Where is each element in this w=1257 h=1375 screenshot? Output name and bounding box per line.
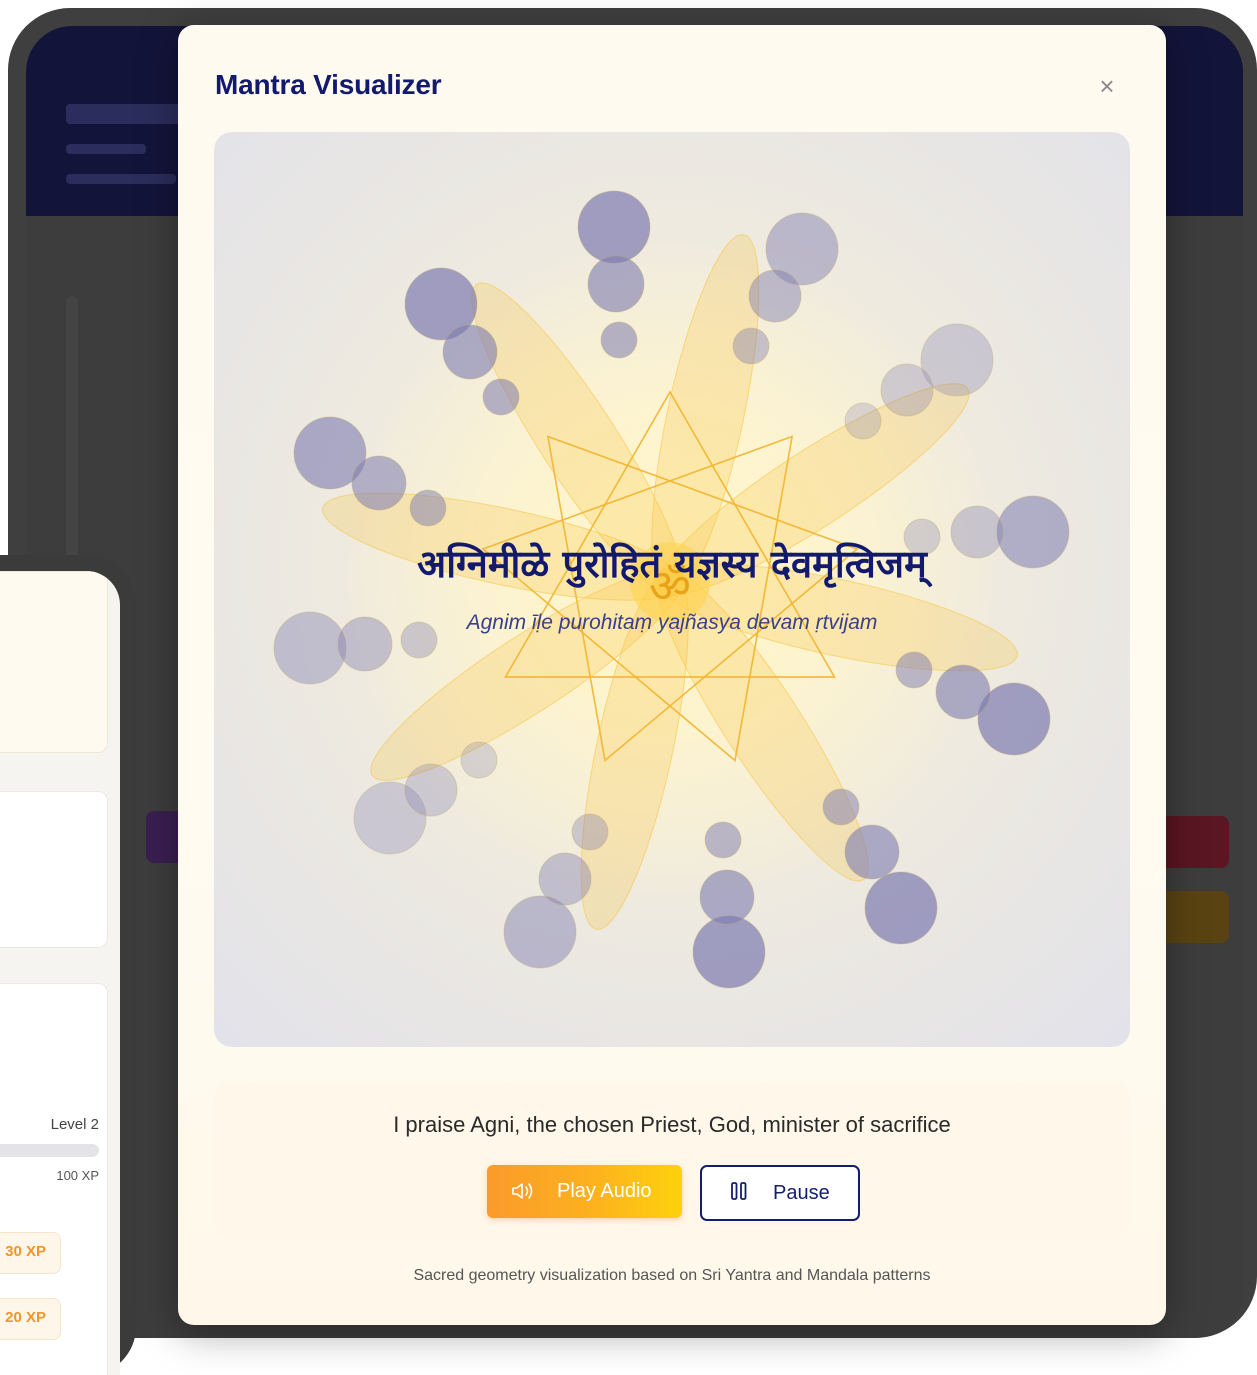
mandala-circle	[895, 651, 933, 689]
mandala-circle	[460, 741, 498, 779]
mandala-circle	[692, 915, 766, 989]
foreground-screen: Level 2 100 XP 30 XP 20 XP	[0, 571, 120, 1375]
mandala-circle	[538, 852, 592, 906]
xp-badge-label: 20 XP	[5, 1309, 46, 1326]
foreground-device: Level 2 100 XP 30 XP 20 XP	[0, 555, 136, 1375]
mandala-circle	[844, 824, 900, 880]
mandala-visualization: ॐ	[273, 190, 1070, 989]
speaker-icon	[511, 1180, 535, 1208]
mandala-circle	[600, 321, 638, 359]
level-card: Level 2 100 XP 30 XP 20 XP	[0, 983, 108, 1375]
level-progress-bar	[0, 1144, 99, 1157]
mandala-circle	[503, 895, 577, 969]
mantra-translation: I praise Agni, the chosen Priest, God, m…	[393, 1112, 951, 1137]
mandala-circle	[482, 378, 520, 416]
mandala-circle	[880, 363, 934, 417]
mandala-circle	[404, 763, 458, 817]
pause-icon	[730, 1181, 748, 1207]
play-audio-label: Play Audio	[557, 1180, 652, 1202]
mantra-transliteration: Agnim īḷe purohitaṃ yajñasya devam ṛtvij…	[466, 611, 878, 634]
pause-button[interactable]: Pause	[700, 1165, 860, 1221]
mandala-circle	[844, 402, 882, 440]
card	[0, 571, 108, 753]
mandala-canvas: ॐ अग्निमीळे पुरोहितं यज्ञस्य देवमृत्विजम…	[214, 132, 1130, 1047]
mantra-visualizer-modal: Mantra Visualizer × ॐ अग्निमीळे पुरोहितं…	[178, 25, 1166, 1325]
controls-panel: I praise Agni, the chosen Priest, God, m…	[214, 1082, 1130, 1240]
close-button[interactable]: ×	[1092, 71, 1122, 101]
mandala-circle	[699, 869, 755, 925]
mandala-circle	[748, 269, 802, 323]
mandala-circle	[351, 455, 407, 511]
mandala-circle	[442, 324, 498, 380]
mandala-circle	[409, 489, 447, 527]
footnote: Sacred geometry visualization based on S…	[413, 1267, 931, 1284]
mandala-circle	[587, 255, 645, 313]
mandala-circle	[732, 327, 770, 365]
mandala-circle	[935, 664, 991, 720]
card	[0, 791, 108, 948]
mantra-sanskrit: अग्निमीळे पुरोहितं यज्ञस्य देवमृत्विजम्	[417, 542, 927, 586]
mandala-circle	[822, 788, 860, 826]
mandala-circle	[864, 871, 938, 945]
xp-badge-label: 30 XP	[5, 1243, 46, 1260]
mandala-circle	[577, 190, 651, 264]
level-xp: 100 XP	[56, 1168, 99, 1183]
pause-label: Pause	[773, 1182, 830, 1204]
level-label: Level 2	[50, 1116, 99, 1133]
xp-badge[interactable]: 20 XP	[0, 1298, 61, 1340]
mandala-circle	[571, 813, 609, 851]
mandala-circle	[704, 821, 742, 859]
xp-badge[interactable]: 30 XP	[0, 1232, 61, 1274]
modal-title: Mantra Visualizer	[215, 69, 442, 100]
play-audio-button[interactable]: Play Audio	[487, 1165, 682, 1218]
